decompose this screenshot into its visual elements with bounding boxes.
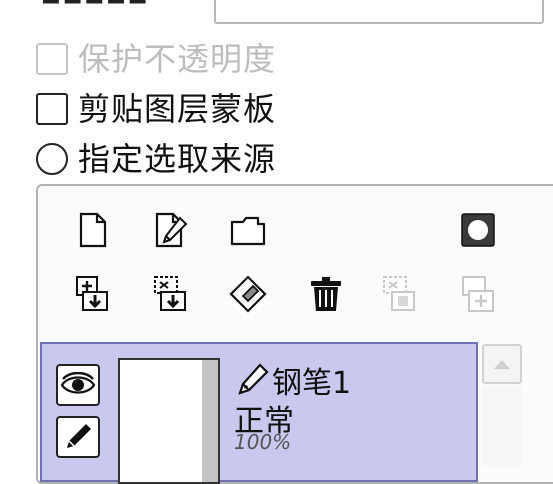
top-cropped-label: ▪▪▪▪▪ [40,0,148,12]
merge-down-icon [76,276,108,311]
protect-opacity-option[interactable]: 保护不透明度 [36,42,276,76]
top-dropdown-field[interactable] [214,0,544,24]
layer-thumbnail [118,358,220,484]
selection-source-option[interactable]: 指定选取来源 [36,142,276,176]
pen-layer-icon [238,363,269,395]
merge-down-button[interactable] [70,272,114,316]
clear-layer-button[interactable] [226,272,270,316]
protect-opacity-checkbox[interactable] [36,43,68,75]
layer-edit-toggle[interactable] [56,416,100,458]
layer-visibility-toggle[interactable] [56,364,100,406]
clip-layer-mask-checkbox[interactable] [36,93,68,125]
pen-icon [67,424,91,448]
scrollbar-track[interactable] [482,386,522,466]
paste-selection-icon [154,276,186,311]
new-pen-layer-button[interactable] [148,208,192,252]
scroll-up-button[interactable] [482,344,522,384]
clip-layer-mask-option[interactable]: 剪贴图层蒙板 [36,92,276,126]
copy-layer-button [456,272,500,316]
layer-mask-icon [461,213,495,247]
layer-row[interactable]: 钢笔1 正常 100% [40,342,478,484]
new-folder-button[interactable] [226,208,270,252]
scroll-up-arrow-icon [494,360,510,369]
eye-icon [60,372,96,394]
selection-source-label: 指定选取来源 [78,140,277,178]
new-folder-icon [230,216,266,246]
new-layer-icon [79,212,107,248]
layer-mask-button[interactable] [456,208,500,252]
copy-layer-icon [462,276,494,312]
paste-selection-button[interactable] [148,272,192,316]
clip-layer-mask-label: 剪贴图层蒙板 [78,90,277,128]
new-layer-button[interactable] [70,208,114,252]
cut-merge-icon [383,276,415,311]
thumbnail-shade [202,360,218,482]
protect-opacity-label: 保护不透明度 [78,40,277,78]
clear-layer-icon [229,275,267,313]
selection-source-radio[interactable] [36,143,68,175]
delete-layer-icon [311,277,341,311]
delete-layer-button[interactable] [304,272,348,316]
new-pen-layer-icon [155,212,188,248]
cut-merge-button [378,272,422,316]
layer-opacity: 100% [234,430,292,454]
